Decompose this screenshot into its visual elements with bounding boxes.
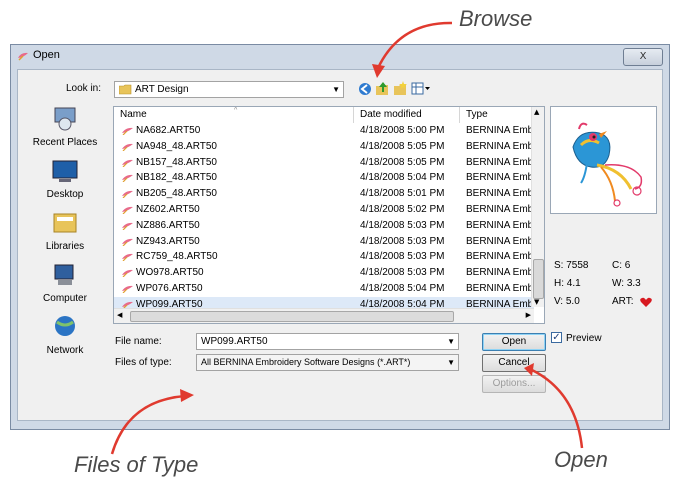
open-arrow bbox=[531, 368, 584, 449]
browse-arrowhead bbox=[372, 64, 385, 78]
browse-arrow bbox=[376, 21, 453, 69]
annotation-arrows bbox=[110, 21, 584, 455]
files-of-type-arrowhead bbox=[180, 389, 194, 402]
open-arrowhead bbox=[524, 363, 534, 376]
files-of-type-arrow bbox=[110, 394, 187, 455]
